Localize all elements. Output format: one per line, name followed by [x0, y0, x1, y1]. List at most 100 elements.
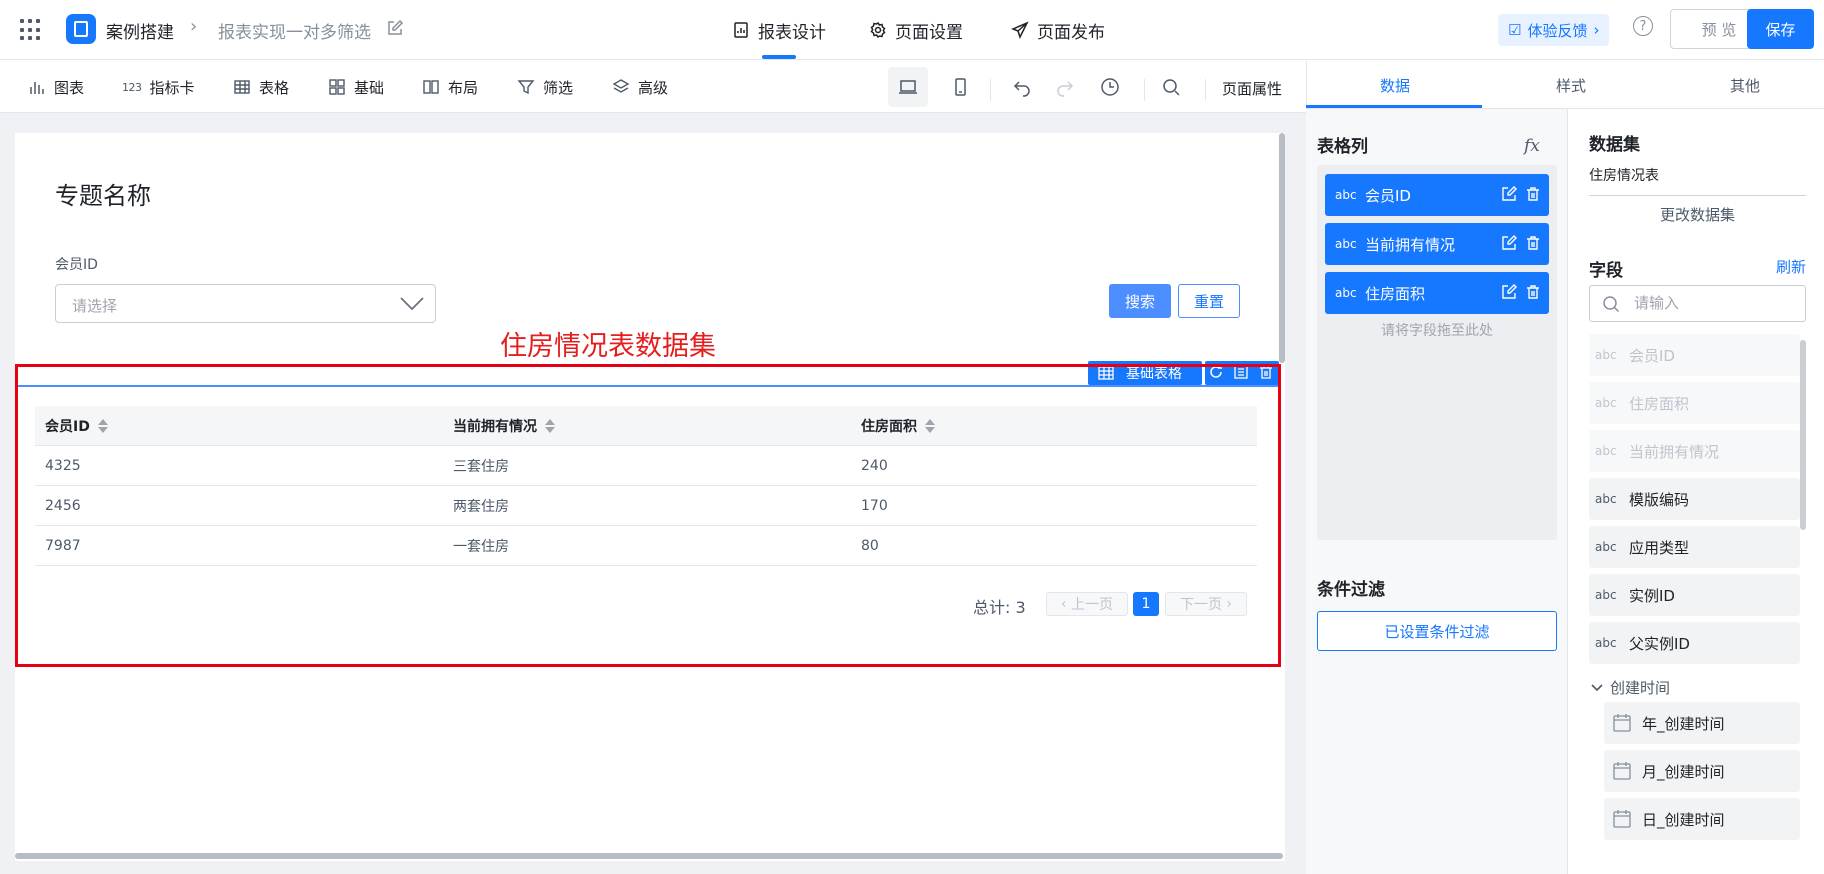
columns-title: 表格列	[1317, 137, 1368, 157]
condition-filter-button[interactable]: 已设置条件过滤	[1317, 611, 1557, 651]
toolbar-label: 指标卡	[149, 78, 195, 97]
condition-filter-title: 条件过滤	[1317, 580, 1385, 600]
sort-icon[interactable]	[925, 418, 935, 433]
prev-page-button[interactable]: ‹ 上一页	[1046, 592, 1128, 616]
field-name: 日_创建时间	[1642, 810, 1725, 829]
tab-page-publish[interactable]: 页面发布	[1011, 17, 1105, 43]
number-123-icon: 123	[122, 80, 142, 94]
field-item[interactable]: abc 会员ID	[1589, 334, 1800, 376]
toolbar-label: 表格	[259, 78, 290, 97]
page-name: 报表实现一对多筛选	[218, 23, 371, 43]
formula-fx-icon[interactable]: fx	[1524, 136, 1540, 156]
redo-icon[interactable]	[1045, 67, 1085, 107]
list-icon[interactable]	[1233, 364, 1251, 382]
edit-icon[interactable]	[386, 19, 404, 37]
toolbar-basic[interactable]: 基础	[328, 76, 384, 98]
canvas-scrollbar-vertical[interactable]	[1279, 133, 1285, 363]
select-placeholder: 请选择	[72, 297, 118, 315]
basic-grid-icon	[329, 79, 345, 95]
change-dataset-button[interactable]: 更改数据集	[1589, 196, 1806, 232]
tab-report-design[interactable]: 报表设计	[732, 17, 826, 59]
date-field-item[interactable]: 年_创建时间	[1604, 702, 1800, 744]
trash-icon[interactable]	[1258, 364, 1276, 382]
field-name: 住房面积	[1629, 394, 1690, 413]
field-search-input[interactable]	[1634, 294, 1794, 312]
page-number-current[interactable]: 1	[1133, 592, 1159, 616]
field-item[interactable]: abc 当前拥有情况	[1589, 430, 1800, 472]
breadcrumb-chevron-icon: ›	[190, 16, 198, 37]
desktop-view-icon[interactable]	[888, 67, 928, 107]
field-group-created-time[interactable]: 创建时间	[1590, 677, 1670, 698]
member-id-select[interactable]: 请选择	[55, 284, 436, 323]
table-column-item[interactable]: abc 当前拥有情况	[1325, 223, 1549, 265]
date-field-item[interactable]: 月_创建时间	[1604, 750, 1800, 792]
column-header[interactable]: 会员ID	[35, 416, 443, 436]
mobile-view-icon[interactable]	[940, 67, 980, 107]
field-item[interactable]: abc 父实例ID	[1589, 622, 1800, 664]
field-search[interactable]	[1589, 285, 1806, 322]
table-column-item[interactable]: abc 会员ID	[1325, 174, 1549, 216]
refresh-icon[interactable]	[1208, 364, 1226, 382]
column-name: 住房面积	[1365, 284, 1426, 303]
feedback-button[interactable]: ☑ 体验反馈 ›	[1498, 14, 1610, 46]
type-label: abc	[1335, 237, 1357, 251]
search-icon[interactable]	[1151, 67, 1191, 107]
toolbar-kpi-card[interactable]: 123 指标卡	[122, 76, 195, 98]
tab-other[interactable]: 其他	[1730, 75, 1760, 96]
help-icon[interactable]: ?	[1633, 16, 1653, 36]
date-field-item[interactable]: 日_创建时间	[1604, 798, 1800, 840]
reset-button[interactable]: 重置	[1178, 284, 1240, 318]
selection-outline	[17, 385, 1280, 387]
column-name: 当前拥有情况	[1365, 235, 1456, 254]
column-title: 当前拥有情况	[453, 418, 537, 435]
search-button[interactable]: 搜索	[1109, 284, 1171, 318]
toolbar-table[interactable]: 表格	[233, 76, 289, 98]
drop-hint: 请将字段拖至此处	[1381, 323, 1493, 339]
toolbar-filter[interactable]: 筛选	[517, 76, 573, 98]
page-title[interactable]: 专题名称	[55, 176, 151, 211]
filter-icon	[517, 80, 535, 95]
app-grid-icon[interactable]	[20, 19, 42, 41]
column-header[interactable]: 当前拥有情况	[443, 416, 851, 436]
toolbar-layout[interactable]: 布局	[422, 76, 478, 98]
table-column-item[interactable]: abc 住房面积	[1325, 272, 1549, 314]
history-icon[interactable]	[1090, 67, 1130, 107]
column-header[interactable]: 住房面积	[851, 416, 1257, 436]
field-item[interactable]: abc 应用类型	[1589, 526, 1800, 568]
table-cell: 7987	[45, 537, 81, 554]
toolbar-advanced[interactable]: 高级	[612, 76, 668, 98]
save-button[interactable]: 保存	[1747, 9, 1814, 49]
edit-icon[interactable]	[1501, 235, 1519, 253]
field-name: 模版编码	[1629, 490, 1690, 509]
toolbar-label: 基础	[354, 78, 385, 97]
trash-icon[interactable]	[1525, 235, 1543, 253]
trash-icon[interactable]	[1525, 284, 1543, 302]
page-properties-button[interactable]: 页面属性	[1222, 78, 1282, 99]
trash-icon[interactable]	[1525, 186, 1543, 204]
tab-style[interactable]: 样式	[1556, 75, 1586, 96]
field-item[interactable]: abc 住房面积	[1589, 382, 1800, 424]
canvas-scrollbar-horizontal[interactable]	[15, 853, 1283, 859]
app-name[interactable]: 案例搭建	[106, 18, 174, 43]
edit-icon[interactable]	[1501, 186, 1519, 204]
field-item[interactable]: abc 实例ID	[1589, 574, 1800, 616]
table-cell: 一套住房	[453, 538, 509, 555]
undo-icon[interactable]	[1002, 67, 1042, 107]
filter-label: 会员ID	[55, 257, 98, 273]
fields-scrollbar[interactable]	[1800, 340, 1806, 530]
component-badge[interactable]: 基础表格	[1088, 361, 1202, 385]
table-cell: 2456	[45, 497, 81, 514]
toolbar-chart[interactable]: 图表	[28, 76, 84, 98]
sort-icon[interactable]	[545, 418, 555, 433]
type-label: abc	[1595, 636, 1617, 650]
prev-page-label: 上一页	[1071, 597, 1114, 613]
refresh-fields-link[interactable]: 刷新	[1776, 256, 1806, 277]
tab-page-settings[interactable]: 页面设置	[869, 17, 963, 43]
column-drop-zone[interactable]	[1317, 165, 1557, 540]
next-page-label: 下一页	[1179, 597, 1222, 613]
edit-icon[interactable]	[1501, 284, 1519, 302]
tab-data[interactable]: 数据	[1380, 75, 1410, 96]
field-item[interactable]: abc 模版编码	[1589, 478, 1800, 520]
sort-icon[interactable]	[97, 418, 108, 433]
next-page-button[interactable]: 下一页 ›	[1165, 592, 1247, 616]
